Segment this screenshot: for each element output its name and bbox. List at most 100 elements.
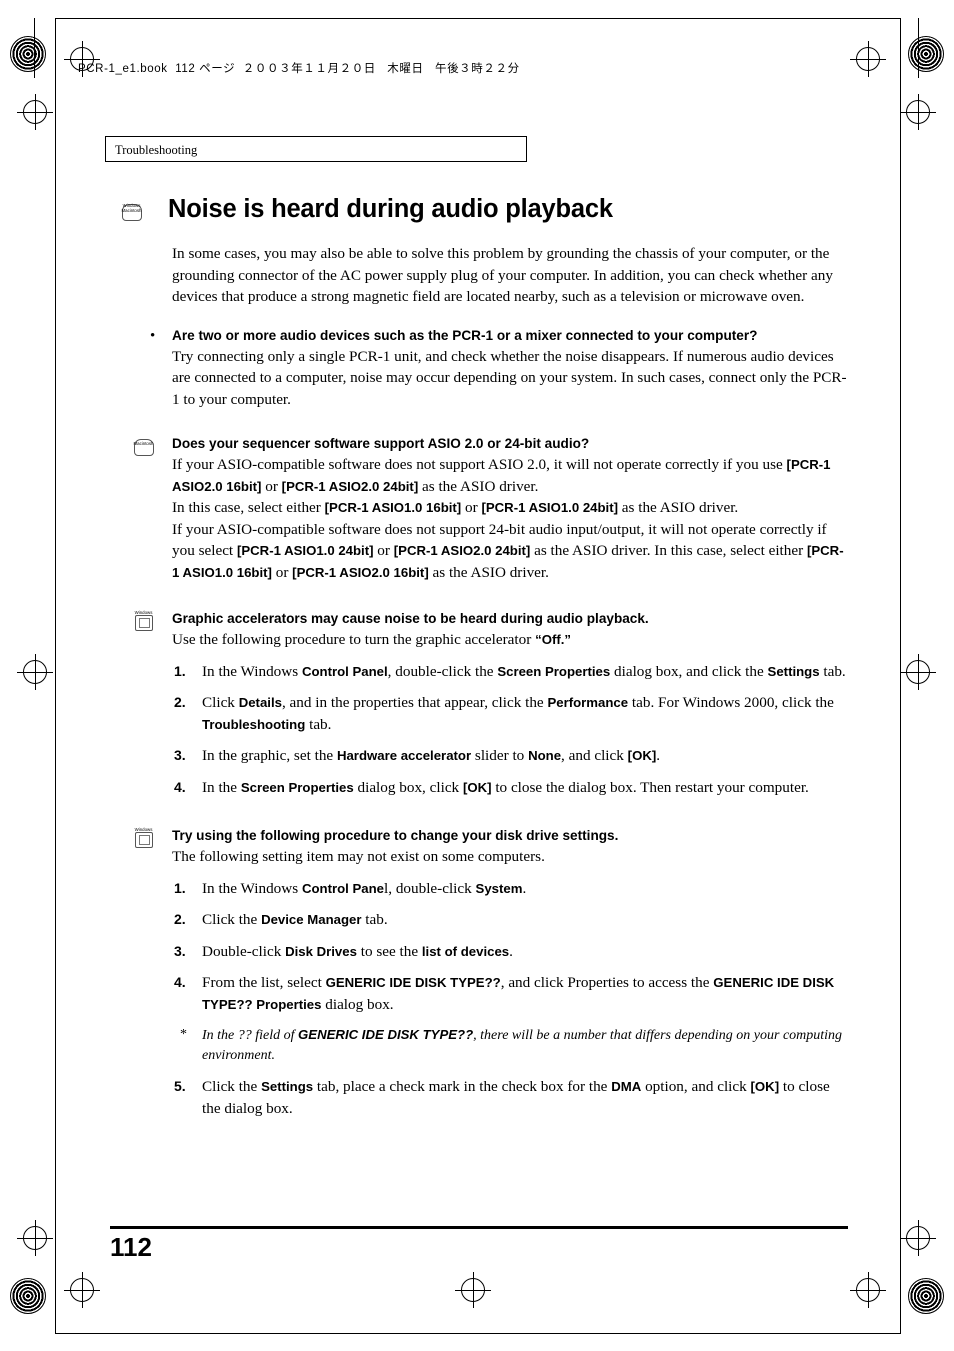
step-text: In the Windows Control Panel, double-cli… — [202, 880, 526, 897]
graphic-heading: Graphic accelerators may cause noise to … — [172, 611, 649, 626]
bullet-question-block: • Are two or more audio devices such as … — [150, 326, 850, 411]
asio-l2d: [PCR-1 ASIO1.0 24bit] — [481, 500, 618, 515]
note-marker: * — [180, 1027, 187, 1042]
emphasis-text: list of devices — [421, 943, 510, 959]
step-text: Click the Device Manager tab. — [202, 911, 388, 928]
step-number: 5. — [174, 1078, 186, 1094]
plain-text: dialog box. — [321, 995, 394, 1013]
registration-target-right-mid — [900, 654, 936, 690]
asio-l2b: [PCR-1 ASIO1.0 16bit] — [324, 500, 462, 515]
disk-lead: The following setting item may not exist… — [172, 848, 545, 865]
windows-macintosh-icon: Windows Macintosh — [118, 199, 145, 224]
step-number: 2. — [174, 911, 186, 927]
registration-target-left-upper — [17, 94, 53, 130]
plain-text: , double-click the — [387, 662, 498, 680]
plain-text: In the graphic, set the — [202, 747, 337, 764]
list-item: 2. Click Details, and in the properties … — [172, 692, 850, 735]
graphic-steps: 1. In the Windows Control Panel, double-… — [172, 661, 850, 799]
windows-icon-graphic: Windows — [130, 609, 157, 634]
plain-text: option, and click — [641, 1078, 751, 1095]
asio-l2c: or — [461, 499, 482, 516]
step-number: 4. — [174, 974, 186, 990]
plain-text: . — [509, 942, 513, 960]
asio-l2a: In this case, select either — [172, 499, 325, 516]
page-frame-top — [55, 18, 901, 19]
plain-text: tab. For Windows 2000, click the — [628, 694, 834, 711]
step-number: 2. — [174, 694, 186, 710]
page-frame-right — [900, 18, 901, 1333]
disk-heading: Try using the following procedure to cha… — [172, 828, 619, 843]
step-text: Click Details, and in the properties tha… — [202, 694, 834, 733]
emphasis-text: Hardware accelerator — [336, 748, 472, 763]
footer-rule — [110, 1226, 848, 1229]
emphasis-text: Disk Drives — [285, 943, 357, 959]
registration-target-bottom-right — [850, 1272, 886, 1308]
windows-icon-disk: Windows — [130, 826, 157, 851]
plain-text: tab. — [361, 911, 388, 928]
asio-l1c: or — [261, 477, 282, 495]
page-frame-bottom — [55, 1333, 901, 1334]
list-item: 4. In the Screen Properties dialog box, … — [172, 777, 850, 799]
section-disk-drive: Windows Try using the following procedur… — [110, 826, 850, 1119]
asio-l3b: [PCR-1 ASIO1.0 24bit] — [236, 543, 374, 558]
disk-note: * In the ?? field of GENERIC IDE DISK TY… — [172, 1025, 850, 1066]
badge-line2: Macintosh — [121, 208, 142, 213]
plain-text: Click the — [202, 911, 262, 928]
list-item: 2. Click the Device Manager tab. — [172, 909, 850, 931]
asio-l1d: [PCR-1 ASIO2.0 24bit] — [281, 478, 419, 494]
page-frame-left — [55, 18, 56, 1333]
emphasis-text: Screen Properties — [240, 779, 354, 795]
intro-text: In some cases, you may also be able to s… — [172, 245, 833, 305]
plain-text: In the Windows — [202, 879, 302, 897]
asio-l1a: If your ASIO-compatible software does no… — [172, 456, 787, 473]
plain-text: . — [522, 879, 527, 897]
section-title-row: Windows Macintosh Noise is heard during … — [110, 195, 850, 229]
emphasis-text: DMA — [611, 1079, 642, 1094]
graphic-lead: Use the following procedure to turn the … — [172, 629, 850, 651]
badge-windows-label-2: Windows — [134, 827, 153, 832]
emphasis-text: [OK] — [627, 748, 657, 763]
step-text: From the list, select GENERIC IDE DISK T… — [202, 974, 834, 1013]
registration-target-left-mid — [17, 654, 53, 690]
plain-text: tab. — [305, 715, 332, 733]
page-number: 112 — [110, 1232, 152, 1262]
page-content: Windows Macintosh Noise is heard during … — [110, 195, 850, 1129]
emphasis-text: Troubleshooting — [202, 716, 306, 732]
plain-text: tab, place a check mark in the check box… — [313, 1078, 612, 1095]
note-a: In the ?? field of — [202, 1028, 299, 1043]
emphasis-text: Settings — [767, 663, 820, 679]
crop-mark-left — [34, 18, 35, 78]
bullet-question: Are two or more audio devices such as th… — [172, 327, 758, 343]
plain-text: , and in the properties that appear, cli… — [281, 694, 548, 711]
plain-text: l, double-click — [384, 879, 476, 897]
emphasis-text: [OK] — [462, 779, 492, 795]
plain-text: . — [656, 747, 661, 764]
registration-spiral-top-left — [10, 36, 46, 72]
emphasis-text: System — [475, 880, 523, 896]
bullet-answer: Try connecting only a single PCR-1 unit,… — [172, 347, 847, 408]
page-title: Noise is heard during audio playback — [168, 195, 613, 223]
graphic-lead-b: “Off.” — [535, 632, 571, 647]
registration-target-bottom-left — [64, 1272, 100, 1308]
emphasis-text: [OK] — [750, 1079, 780, 1094]
asio-heading: Does your sequencer software support ASI… — [172, 436, 590, 451]
badge-windows-label-1: Windows — [134, 610, 153, 615]
registration-spiral-bottom-right — [908, 1278, 944, 1314]
plain-text: to see the — [356, 942, 422, 960]
step-number: 1. — [174, 662, 186, 679]
badge-macintosh-label: Macintosh — [133, 441, 154, 446]
plain-text: Click — [202, 694, 239, 711]
bullet-marker: • — [150, 327, 156, 344]
asio-l2e: as the ASIO driver. — [618, 499, 739, 516]
plain-text: From the list, select — [202, 974, 326, 991]
asio-l1e: as the ASIO driver. — [418, 477, 539, 495]
step-number: 1. — [174, 879, 186, 896]
section-graphic-accelerator: Windows Graphic accelerators may cause n… — [110, 609, 850, 798]
step-text: In the graphic, set the Hardware acceler… — [202, 747, 660, 764]
plain-text: , and click Properties to access the — [500, 974, 714, 991]
step-number: 3. — [174, 942, 186, 959]
macintosh-icon: Macintosh — [130, 434, 157, 459]
emphasis-text: GENERIC IDE DISK TYPE?? — [325, 975, 501, 990]
plain-text: tab. — [819, 662, 846, 680]
registration-spiral-bottom-left — [10, 1278, 46, 1314]
